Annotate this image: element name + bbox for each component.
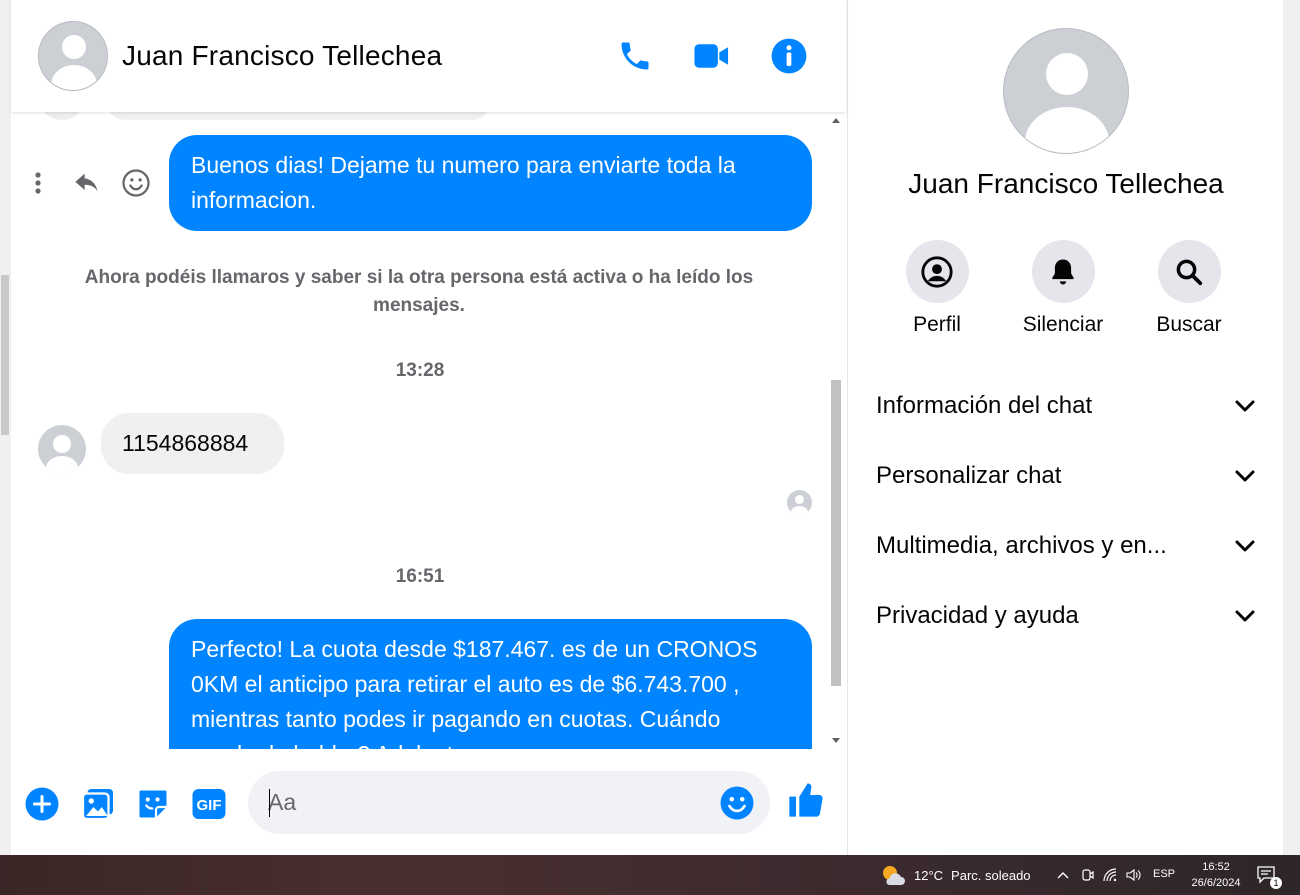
camera-tray-icon — [1082, 869, 1094, 881]
section-title: Personalizar chat — [876, 462, 1062, 489]
gif-icon: GIF — [192, 789, 226, 819]
wifi-icon — [1103, 868, 1117, 882]
svg-text:GIF: GIF — [197, 797, 222, 814]
clock-time: 16:52 — [1202, 861, 1230, 873]
section-title: Multimedia, archivos y en... — [876, 532, 1167, 559]
emoji-icon — [720, 786, 754, 820]
incoming-message[interactable]: 1154868884 — [101, 413, 284, 474]
meet-now-tray-icon[interactable] — [1080, 867, 1096, 883]
section-privacy-help[interactable]: Privacidad y ayuda — [876, 591, 1256, 641]
text-caret — [269, 789, 270, 817]
system-clock[interactable]: 16:52 26/6/2024 — [1186, 859, 1246, 891]
profile-icon — [921, 255, 953, 288]
bell-icon — [1052, 259, 1074, 284]
weather-text: Parc. soleado — [951, 867, 1031, 883]
more-actions-button[interactable] — [22, 784, 62, 824]
sticker-icon — [139, 790, 167, 818]
partly-sunny-icon — [883, 866, 905, 885]
chevron-down-icon — [1235, 470, 1255, 482]
previous-message-avatar — [38, 112, 86, 120]
search-icon — [1176, 259, 1203, 285]
volume-tray-icon[interactable] — [1126, 867, 1142, 883]
section-customize-chat[interactable]: Personalizar chat — [876, 451, 1256, 501]
profile-action[interactable]: Perfil — [882, 240, 992, 337]
profile-action-label: Perfil — [913, 313, 961, 336]
mute-action[interactable]: Silenciar — [1008, 240, 1118, 337]
smiley-icon — [122, 169, 150, 197]
contact-avatar[interactable] — [38, 21, 108, 91]
message-more-button[interactable] — [25, 168, 51, 198]
thumbs-up-icon — [789, 783, 823, 817]
section-title: Información del chat — [876, 392, 1093, 419]
conversation-details-panel: Juan Francisco Tellechea Perfil Silencia… — [847, 0, 1283, 855]
sender-avatar[interactable] — [38, 425, 86, 473]
attach-photo-button[interactable] — [78, 784, 118, 824]
chevron-down-icon — [1235, 610, 1255, 622]
timestamp: 13:28 — [395, 360, 445, 381]
conversation-info-button[interactable] — [769, 36, 809, 76]
audio-call-button[interactable] — [615, 36, 655, 76]
speaker-icon — [1126, 868, 1141, 882]
section-media-files[interactable]: Multimedia, archivos y en... — [876, 521, 1256, 571]
messenger-app: Juan Francisco Tellechea Buenos dias! De… — [0, 0, 1300, 855]
window-edge — [1283, 0, 1300, 855]
section-title: Privacidad y ayuda — [876, 602, 1079, 629]
contact-name[interactable]: Juan Francisco Tellechea — [122, 40, 442, 72]
chevron-up-icon — [1057, 872, 1069, 879]
search-action[interactable]: Buscar — [1134, 240, 1244, 337]
read-receipt-avatar — [787, 490, 812, 515]
message-input-container[interactable] — [248, 771, 770, 834]
chevron-down-icon — [1235, 400, 1255, 412]
info-icon — [771, 38, 807, 74]
show-hidden-icons-button[interactable] — [1055, 867, 1071, 883]
page-scrollbar[interactable] — [0, 0, 11, 855]
clock-date: 26/6/2024 — [1191, 877, 1241, 889]
chevron-down-icon — [1235, 540, 1255, 552]
message-react-button[interactable] — [119, 166, 153, 200]
message-composer: GIF — [11, 750, 846, 855]
input-language[interactable]: ESP — [1153, 868, 1175, 880]
image-icon — [81, 789, 113, 821]
profile-avatar[interactable] — [1003, 28, 1129, 154]
search-action-label: Buscar — [1156, 313, 1222, 336]
weather-widget[interactable]: 12°C Parc. soleado — [880, 863, 1031, 887]
scrollbar-thumb[interactable] — [831, 380, 841, 686]
notification-center-button[interactable]: 1 — [1256, 865, 1282, 889]
video-icon — [694, 44, 729, 68]
gif-button[interactable]: GIF — [189, 784, 229, 824]
temperature: 12°C — [914, 867, 944, 883]
scroll-down-arrow-icon[interactable] — [832, 738, 840, 743]
page-scrollbar-thumb[interactable] — [1, 275, 9, 435]
network-tray-icon[interactable] — [1103, 867, 1119, 883]
emoji-picker-button[interactable] — [718, 784, 756, 822]
sticker-button[interactable] — [133, 784, 173, 824]
plus-circle-icon — [25, 787, 59, 821]
previous-message-bubble — [106, 112, 491, 120]
send-like-button[interactable] — [786, 780, 826, 820]
timestamp: 16:51 — [395, 566, 445, 587]
message-list-scrollbar[interactable] — [827, 112, 845, 749]
section-chat-info[interactable]: Información del chat — [876, 381, 1256, 431]
outgoing-message[interactable]: Perfecto! La cuota desde $187.467. es de… — [169, 619, 812, 749]
scroll-up-arrow-icon[interactable] — [832, 118, 840, 123]
message-list[interactable]: Buenos dias! Dejame tu numero para envia… — [11, 112, 829, 749]
phone-icon — [621, 42, 649, 70]
notification-count: 1 — [1270, 877, 1282, 889]
conversation-header: Juan Francisco Tellechea — [11, 0, 846, 112]
more-vertical-icon — [35, 172, 41, 194]
profile-name: Juan Francisco Tellechea — [908, 168, 1224, 199]
message-input[interactable] — [268, 781, 698, 824]
mute-action-label: Silenciar — [1022, 313, 1104, 336]
message-reply-button[interactable] — [69, 166, 105, 200]
windows-taskbar: 12°C Parc. soleado ESP 16:52 26/6/2024 1 — [0, 855, 1300, 895]
reply-icon — [75, 173, 98, 192]
video-call-button[interactable] — [692, 36, 732, 76]
conversation-pane: Juan Francisco Tellechea Buenos dias! De… — [11, 0, 846, 855]
outgoing-message[interactable]: Buenos dias! Dejame tu numero para envia… — [169, 135, 812, 231]
system-notice: Ahora podéis llamaros y saber si la otra… — [84, 267, 754, 316]
